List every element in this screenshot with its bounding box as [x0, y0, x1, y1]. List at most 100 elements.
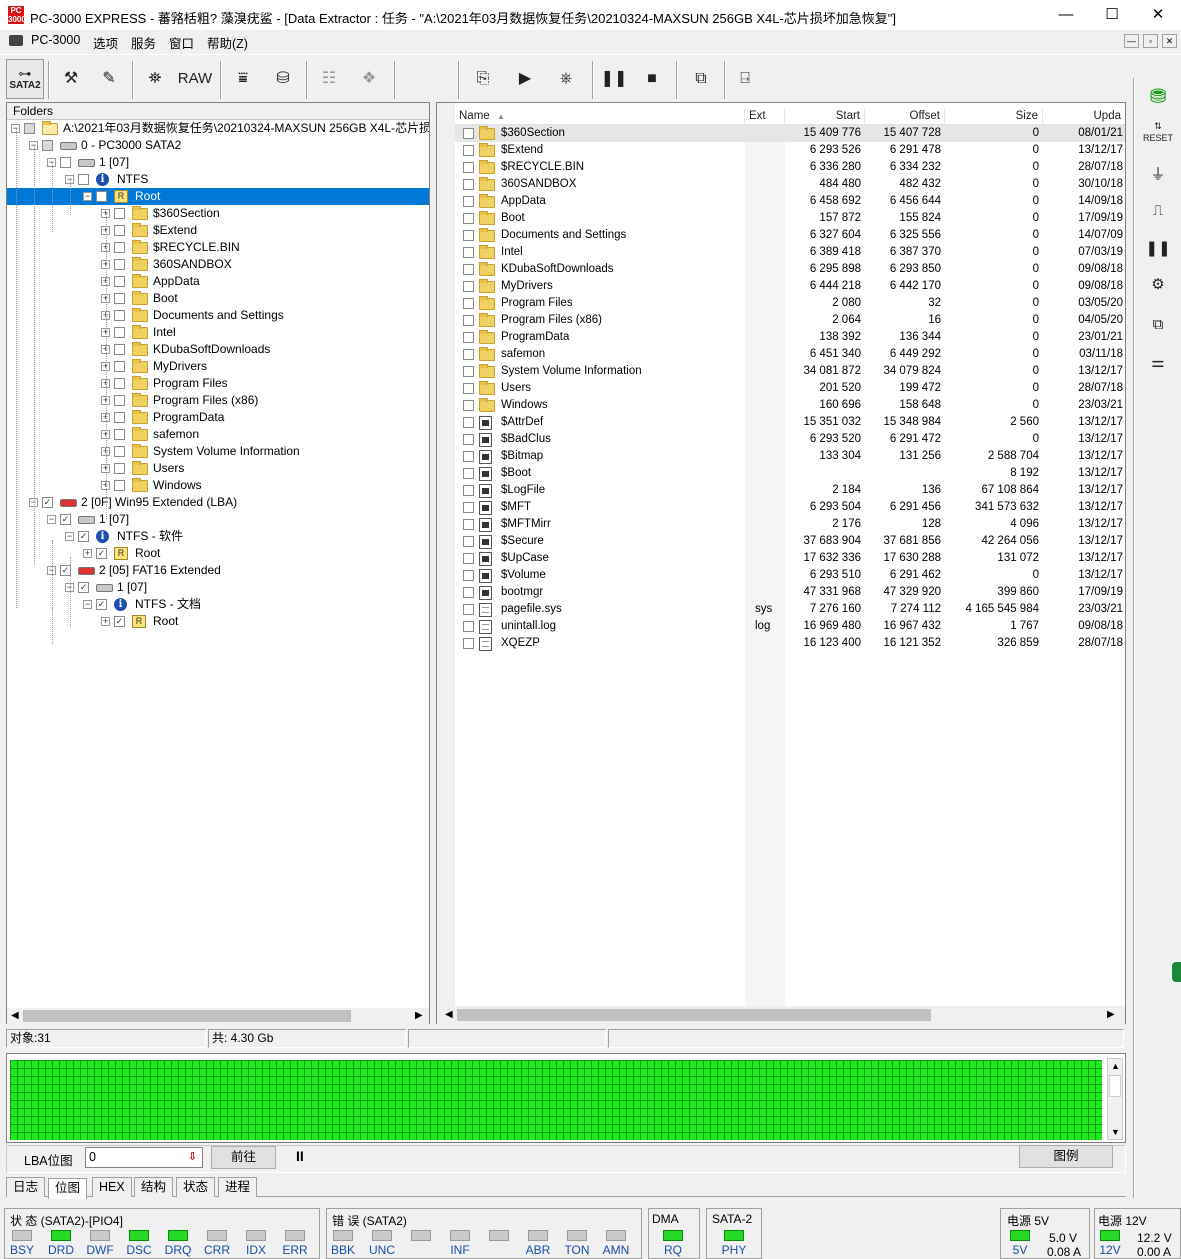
mdi-close-button[interactable]: ✕ [1162, 34, 1177, 48]
power-db-icon[interactable]: ⛃ [1142, 82, 1174, 112]
tree-checkbox[interactable]: ✓ [96, 548, 107, 559]
tree-checkbox[interactable] [114, 395, 125, 406]
tree-checkbox[interactable] [114, 344, 125, 355]
list-row[interactable]: $UpCase 17 632 336 17 630 288 131 072 13/12/… [455, 550, 1125, 567]
list-row[interactable]: Program Files 2 080 32 0 03/05/20 [455, 295, 1125, 312]
tree-node[interactable]: +360SANDBOX [7, 256, 429, 273]
list-row[interactable]: Users 201 520 199 472 0 28/07/18 [455, 380, 1125, 397]
tree-checkbox[interactable]: ✓ [60, 514, 71, 525]
menu-help[interactable]: 帮助(Z) [207, 33, 248, 52]
list-row[interactable]: $360Section 15 409 776 15 407 728 0 08/01/21 [455, 125, 1125, 142]
tree-node[interactable]: + ProgramData [7, 409, 429, 426]
tree-checkbox[interactable]: ✓ [42, 497, 53, 508]
row-checkbox[interactable] [463, 519, 474, 530]
tree-checkbox[interactable] [114, 208, 125, 219]
list-row[interactable]: Documents and Settings 6 327 604 6 325 556… [455, 227, 1125, 244]
list-row[interactable]: Boot 157 872 155 824 0 17/09/19 [455, 210, 1125, 227]
row-checkbox[interactable] [463, 128, 474, 139]
menu-options[interactable]: 选项 [93, 33, 118, 52]
row-checkbox[interactable] [463, 638, 474, 649]
tree-checkbox[interactable]: ✓ [96, 599, 107, 610]
bitmap-scroll-thumb[interactable] [1109, 1075, 1121, 1097]
export-icon[interactable]: ⎘ [466, 59, 500, 99]
menu-pc3000[interactable]: PC-3000 [31, 33, 80, 47]
list-row[interactable]: ProgramData 138 392 136 344 0 23/01/21 [455, 329, 1125, 346]
reset-icon[interactable]: ⇅ RESET [1142, 120, 1174, 150]
tree-node[interactable]: − A:\2021年03月数据恢复任务\20210324-MAXSUN 256GB… [7, 120, 429, 137]
tree-checkbox[interactable] [114, 310, 125, 321]
tree-node[interactable]: + MyDrivers [7, 358, 429, 375]
list-row[interactable]: $Secure 37 683 904 37 681 856 42 264 056 13/… [455, 533, 1125, 550]
goto-button[interactable]: 前往 [211, 1146, 276, 1169]
menu-service[interactable]: 服务 [131, 33, 156, 52]
row-checkbox[interactable] [463, 536, 474, 547]
raw-button[interactable]: RAW [176, 59, 214, 99]
tree-checkbox[interactable] [114, 327, 125, 338]
tree-checkbox[interactable]: ✓ [78, 582, 89, 593]
tab-hex[interactable]: HEX [92, 1177, 132, 1197]
tree-checkbox[interactable]: ✓ [78, 531, 89, 542]
row-checkbox[interactable] [463, 570, 474, 581]
list-row[interactable]: safemon 6 451 340 6 449 292 0 03/11/18 [455, 346, 1125, 363]
tree-node[interactable]: + Program Files [7, 375, 429, 392]
tab-bitmap[interactable]: 位图 [48, 1178, 88, 1199]
bitmap-vertical-scrollbar[interactable]: ▲ ▼ [1107, 1058, 1123, 1140]
bitmap-scroll-down-icon[interactable]: ▼ [1111, 1127, 1120, 1137]
script-icon[interactable]: ✎ [92, 59, 126, 99]
tree-node[interactable]: + System Volume Information [7, 443, 429, 460]
tree-checkbox[interactable] [114, 480, 125, 491]
tree-node[interactable]: + Boot [7, 290, 429, 307]
row-checkbox[interactable] [463, 366, 474, 377]
collapse-icon[interactable]: − [83, 192, 92, 201]
tree-node[interactable]: + Documents and Settings [7, 307, 429, 324]
row-checkbox[interactable] [463, 451, 474, 462]
tree-checkbox[interactable] [96, 191, 107, 202]
list-scroll-right-icon[interactable]: ▶ [1107, 1009, 1115, 1020]
tree-node[interactable]: −1 [07] [7, 154, 429, 171]
puzzle-icon[interactable]: ❖ [350, 59, 388, 99]
expand-icon[interactable]: + [101, 617, 110, 626]
windows-icon[interactable]: ⧉ [684, 59, 718, 99]
row-checkbox[interactable] [463, 383, 474, 394]
tree-node[interactable]: + Windows [7, 477, 429, 494]
list-row[interactable]: KDubaSoftDownloads 6 295 898 6 293 850 0 09/… [455, 261, 1125, 278]
tree-checkbox[interactable] [114, 225, 125, 236]
tree-checkbox[interactable] [42, 140, 53, 151]
list-row[interactable]: Program Files (x86) 2 064 16 0 04/05/20 [455, 312, 1125, 329]
tree-checkbox[interactable] [114, 378, 125, 389]
collapse-icon[interactable]: − [47, 515, 56, 524]
tree-node[interactable]: −0 - PC3000 SATA2 [7, 137, 429, 154]
tree-checkbox[interactable] [114, 276, 125, 287]
tree-structure-icon[interactable]: ☷ [312, 59, 346, 99]
collapse-icon[interactable]: − [83, 600, 92, 609]
row-checkbox[interactable] [463, 162, 474, 173]
list-row[interactable]: $Bitmap 133 304 131 256 2 588 704 13/12/17 [455, 448, 1125, 465]
list-row[interactable]: $Boot 8 192 13/12/17 [455, 465, 1125, 482]
stop-icon[interactable]: ■ [638, 59, 666, 99]
tree-checkbox[interactable] [114, 463, 125, 474]
tree-node[interactable]: + $Extend [7, 222, 429, 239]
list-row[interactable]: AppData 6 458 692 6 456 644 0 14/09/18 [455, 193, 1125, 210]
tree-node[interactable]: − ✓ i NTFS - 软件 [7, 528, 429, 545]
bitmap-scroll-up-icon[interactable]: ▲ [1111, 1061, 1120, 1071]
tree-node[interactable]: + AppData [7, 273, 429, 290]
app-menu-icon[interactable] [9, 35, 23, 46]
mdi-restore-button[interactable]: ▫ [1143, 34, 1158, 48]
row-checkbox[interactable] [463, 281, 474, 292]
copy-icon[interactable]: ⧉ [1142, 310, 1174, 340]
row-checkbox[interactable] [463, 264, 474, 275]
close-button[interactable]: ✕ [1135, 0, 1181, 30]
exit-icon[interactable]: ⍈ [730, 59, 760, 99]
tree-node[interactable]: − ✓ 2 [0F] Win95 Extended (LBA) [7, 494, 429, 511]
tab-structure[interactable]: 结构 [134, 1177, 174, 1197]
list-row[interactable]: $AttrDef 15 351 032 15 348 984 2 560 13/12/1… [455, 414, 1125, 431]
tools-icon[interactable]: ⚒ [56, 59, 86, 99]
list-row[interactable]: $BadClus 6 293 520 6 291 472 0 13/12/17 [455, 431, 1125, 448]
list-horizontal-scrollbar[interactable]: ◀ ▶ [437, 1006, 1125, 1024]
list-row[interactable]: $MFTMirr 2 176 128 4 096 13/12/17 [455, 516, 1125, 533]
tree-checkbox[interactable] [78, 174, 89, 185]
row-checkbox[interactable] [463, 502, 474, 513]
list-row[interactable]: $MFT 6 293 504 6 291 456 341 573 632 13/12/1… [455, 499, 1125, 516]
tree-checkbox[interactable] [114, 293, 125, 304]
tree-checkbox[interactable] [114, 412, 125, 423]
